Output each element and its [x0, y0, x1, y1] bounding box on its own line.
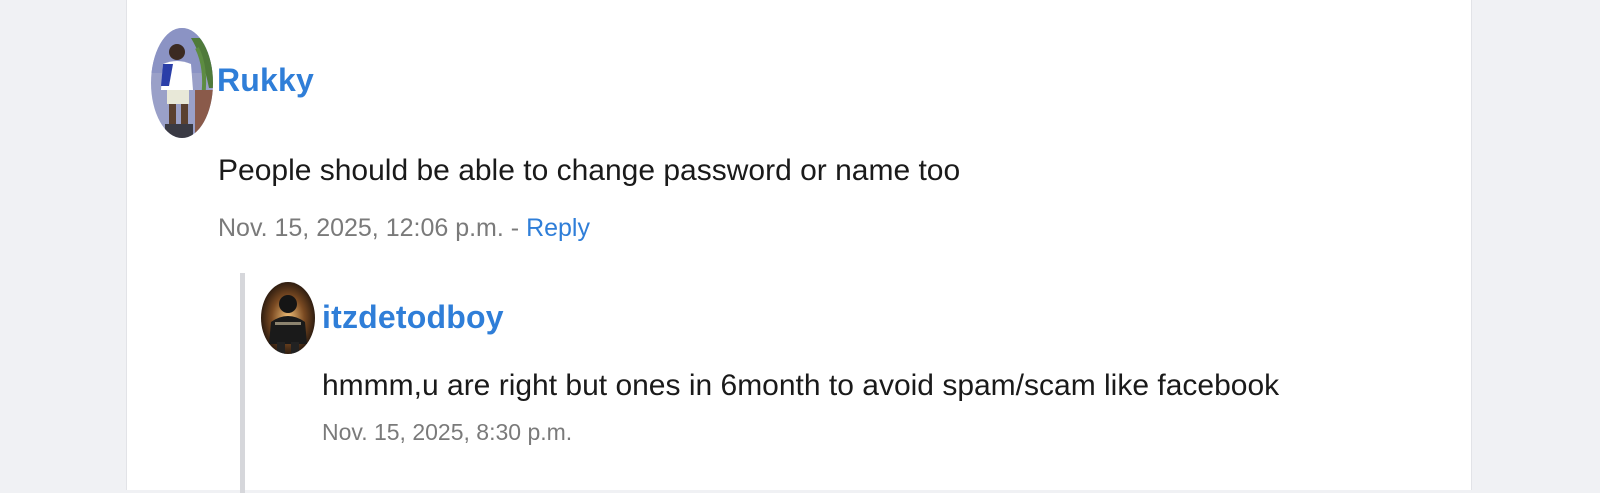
comment-text: People should be able to change password…	[218, 154, 961, 187]
comment-meta: Nov. 15, 2025, 12:06 p.m. - Reply	[218, 214, 590, 243]
reply-text: hmmm,u are right but ones in 6month to a…	[322, 369, 1280, 402]
comments-card: Rukky People should be able to change pa…	[126, 0, 1472, 493]
reply-timestamp: Nov. 15, 2025, 8:30 p.m.	[322, 419, 573, 445]
user-photo-icon	[151, 28, 213, 138]
avatar-rukky[interactable]	[151, 28, 213, 138]
reply-link[interactable]: Reply	[526, 214, 590, 242]
avatar-itzdetodboy[interactable]	[261, 282, 315, 354]
reply-meta: Nov. 15, 2025, 8:30 p.m.	[322, 419, 572, 446]
comment-author[interactable]: Rukky	[217, 62, 314, 99]
reply-thread: itzdetodboy hmmm,u are right but ones in…	[240, 273, 1425, 493]
reply-author[interactable]: itzdetodboy	[322, 299, 504, 336]
meta-separator: -	[510, 214, 520, 242]
comment-timestamp: Nov. 15, 2025, 12:06 p.m.	[218, 214, 504, 242]
user-photo-icon	[261, 282, 315, 354]
